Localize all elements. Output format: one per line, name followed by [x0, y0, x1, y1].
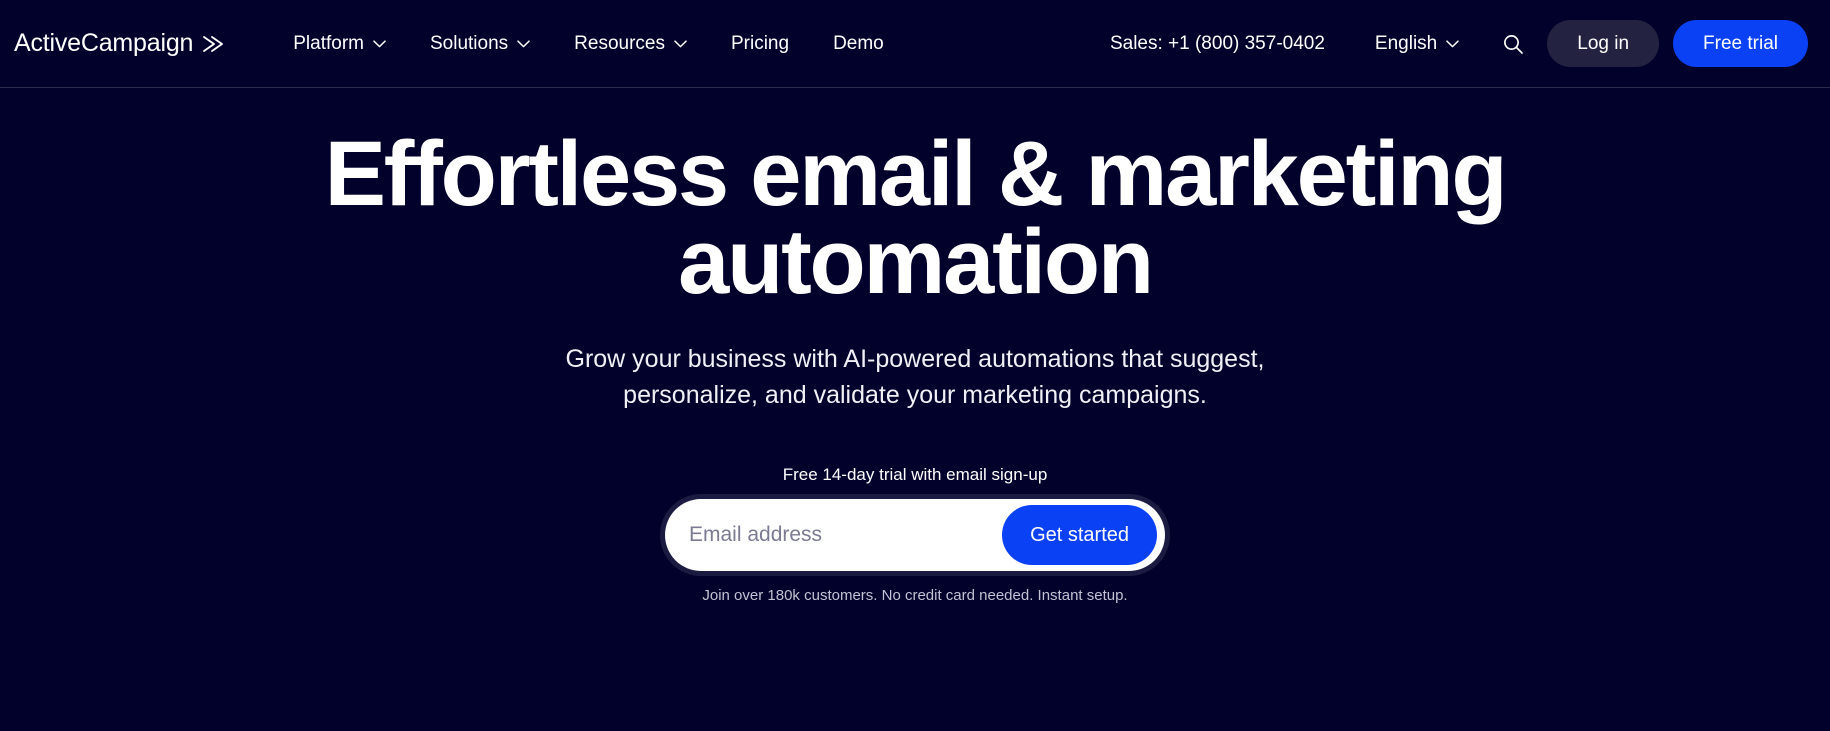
email-input[interactable]: [675, 505, 1003, 566]
search-icon[interactable]: [1491, 22, 1535, 66]
language-selector[interactable]: English: [1359, 23, 1475, 65]
nav-item-label: Demo: [833, 32, 884, 54]
nav-right-cluster: Sales: +1 (800) 357-0402 English Log in …: [1096, 19, 1808, 68]
nav-item-label: Solutions: [429, 32, 509, 54]
nav-item-platform[interactable]: Platform: [271, 23, 408, 65]
nav-item-resources[interactable]: Resources: [552, 23, 709, 65]
chevron-down-icon: [517, 39, 530, 48]
brand-logo[interactable]: ActiveCampaign: [14, 29, 224, 58]
chevron-down-icon: [674, 39, 687, 48]
signup-fineprint: Join over 180k customers. No credit card…: [702, 587, 1128, 605]
sales-phone-link[interactable]: Sales: +1 (800) 357-0402: [1096, 23, 1339, 65]
page-title: Effortless email & marketing automation: [324, 123, 1508, 314]
trial-offer-label: Free 14-day trial with email sign-up: [782, 465, 1048, 485]
login-button[interactable]: Log in: [1547, 19, 1660, 68]
language-label: English: [1374, 32, 1438, 54]
email-signup-form: Get started: [665, 499, 1165, 572]
nav-item-label: Platform: [293, 32, 364, 54]
page-root: ActiveCampaign Platform Solutions Resour…: [0, 0, 1830, 731]
nav-item-demo[interactable]: Demo: [811, 23, 906, 65]
hero-section: Effortless email & marketing automation …: [0, 88, 1830, 731]
free-trial-button[interactable]: Free trial: [1673, 19, 1808, 68]
chevron-down-icon: [1446, 39, 1459, 48]
chevron-down-icon: [373, 39, 386, 48]
double-chevron-right-icon: [201, 32, 224, 56]
nav-item-label: Resources: [574, 32, 665, 54]
nav-item-pricing[interactable]: Pricing: [709, 23, 811, 65]
top-navigation-bar: ActiveCampaign Platform Solutions Resour…: [0, 0, 1830, 88]
get-started-button[interactable]: Get started: [1002, 505, 1157, 566]
hero-subtitle: Grow your business with AI-powered autom…: [565, 344, 1265, 409]
nav-item-label: Pricing: [730, 32, 790, 54]
primary-nav: Platform Solutions Resources Pricing Dem…: [271, 23, 906, 65]
brand-name: ActiveCampaign: [14, 29, 194, 57]
nav-item-solutions[interactable]: Solutions: [408, 23, 552, 65]
signup-block: Free 14-day trial with email sign-up Get…: [0, 465, 1830, 604]
